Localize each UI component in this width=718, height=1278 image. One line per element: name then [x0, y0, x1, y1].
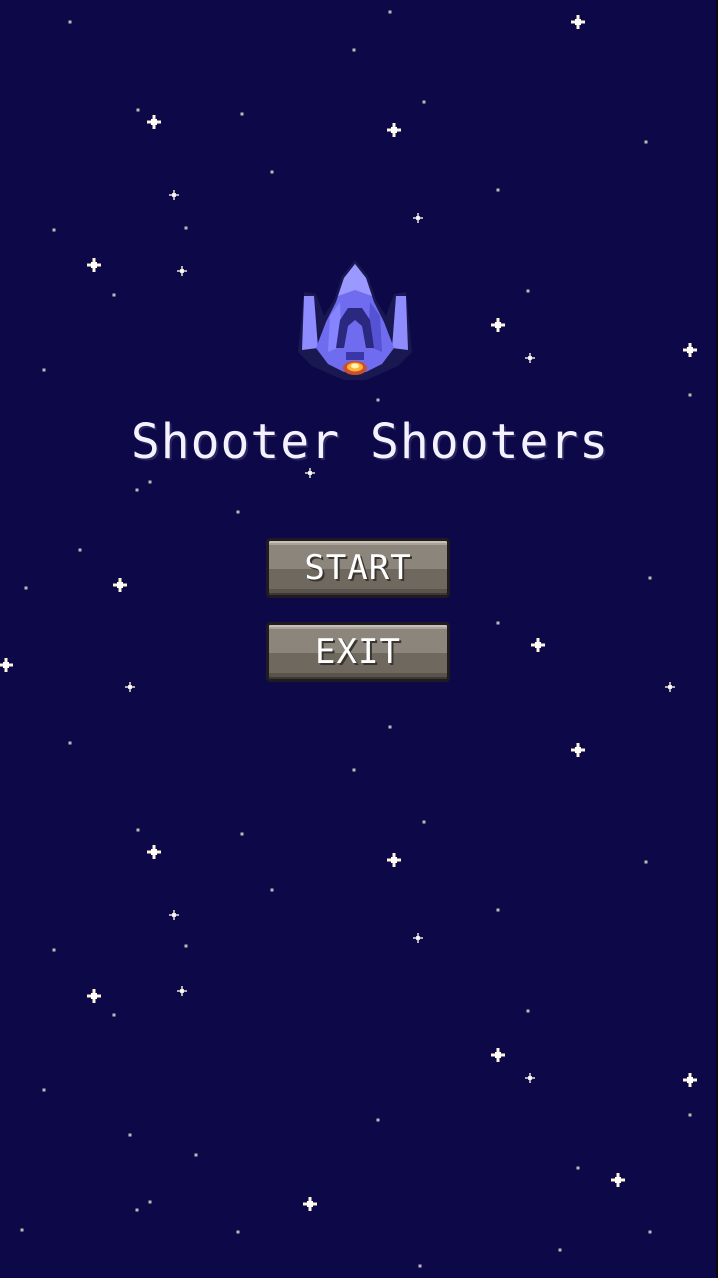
start-button-label: START: [304, 548, 412, 588]
star-icon: [112, 1013, 116, 1017]
star-icon: [531, 638, 545, 652]
star-icon: [683, 1073, 697, 1087]
star-icon: [184, 944, 188, 948]
star-icon: [388, 10, 392, 14]
star-icon: [135, 1208, 139, 1212]
star-icon: [496, 908, 500, 912]
star-icon: [0, 658, 13, 672]
star-icon: [24, 586, 28, 590]
star-icon: [240, 112, 244, 116]
star-icon: [52, 948, 56, 952]
star-icon: [376, 398, 380, 402]
star-icon: [422, 820, 426, 824]
star-icon: [177, 986, 187, 996]
star-icon: [491, 1048, 505, 1062]
star-icon: [352, 768, 356, 772]
star-icon: [78, 548, 82, 552]
game-title: Shooter Shooters: [130, 414, 610, 470]
star-icon: [418, 1264, 422, 1268]
star-icon: [611, 1173, 625, 1187]
star-icon: [576, 1166, 580, 1170]
star-icon: [526, 289, 530, 293]
star-icon: [525, 353, 535, 363]
star-icon: [68, 741, 72, 745]
star-icon: [148, 480, 152, 484]
star-icon: [303, 1197, 317, 1211]
star-icon: [169, 190, 179, 200]
star-icon: [270, 170, 274, 174]
star-icon: [270, 888, 274, 892]
star-icon: [648, 1230, 652, 1234]
star-icon: [87, 989, 101, 1003]
star-icon: [128, 1133, 132, 1137]
star-icon: [236, 1230, 240, 1234]
star-icon: [147, 115, 161, 129]
star-icon: [177, 266, 187, 276]
star-icon: [644, 860, 648, 864]
star-icon: [112, 293, 116, 297]
star-icon: [240, 832, 244, 836]
star-icon: [387, 123, 401, 137]
star-icon: [136, 828, 140, 832]
star-icon: [148, 1200, 152, 1204]
star-icon: [688, 1113, 692, 1117]
star-icon: [20, 1228, 24, 1232]
star-icon: [496, 188, 500, 192]
star-icon: [169, 910, 179, 920]
star-icon: [413, 933, 423, 943]
exit-button-label: EXIT: [315, 632, 401, 672]
star-icon: [42, 1088, 46, 1092]
star-icon: [135, 488, 139, 492]
star-icon: [491, 318, 505, 332]
star-icon: [52, 228, 56, 232]
star-icon: [648, 576, 652, 580]
star-icon: [68, 20, 72, 24]
star-icon: [644, 140, 648, 144]
star-icon: [688, 393, 692, 397]
star-icon: [87, 258, 101, 272]
star-icon: [388, 725, 392, 729]
game-main-menu: Shooter Shooters START EXIT: [0, 0, 718, 1278]
star-icon: [194, 1153, 198, 1157]
star-icon: [526, 1009, 530, 1013]
star-icon: [571, 15, 585, 29]
spaceship-icon: [298, 260, 412, 380]
star-icon: [125, 682, 135, 692]
star-icon: [352, 48, 356, 52]
star-icon: [571, 743, 585, 757]
star-icon: [147, 845, 161, 859]
star-icon: [113, 578, 127, 592]
star-icon: [413, 213, 423, 223]
star-icon: [683, 343, 697, 357]
star-icon: [376, 1118, 380, 1122]
star-icon: [136, 108, 140, 112]
star-icon: [558, 1248, 562, 1252]
star-icon: [665, 682, 675, 692]
start-button[interactable]: START: [266, 538, 450, 598]
star-icon: [42, 368, 46, 372]
star-icon: [422, 100, 426, 104]
star-icon: [184, 226, 188, 230]
star-icon: [496, 621, 500, 625]
star-icon: [236, 510, 240, 514]
star-icon: [387, 853, 401, 867]
exit-button[interactable]: EXIT: [266, 622, 450, 682]
star-icon: [525, 1073, 535, 1083]
